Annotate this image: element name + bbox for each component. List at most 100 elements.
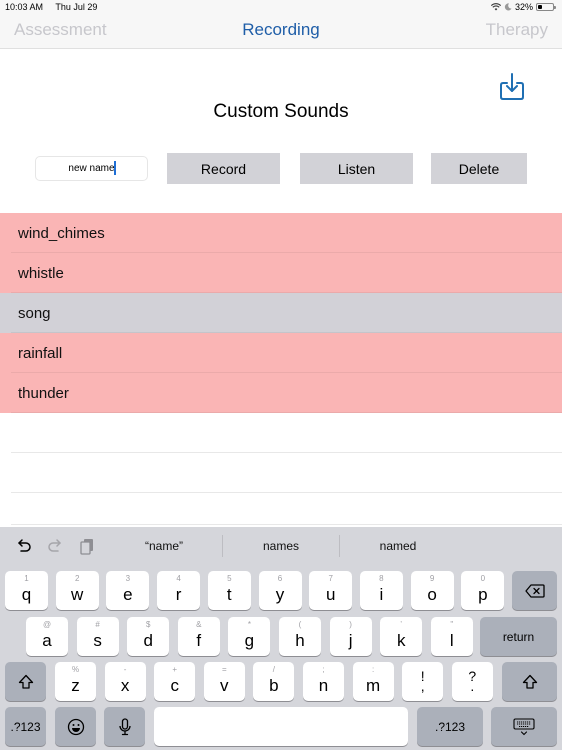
- key-alt-char: ": [450, 620, 454, 629]
- key-e[interactable]: 3e: [106, 571, 150, 610]
- dismiss-keyboard-key[interactable]: [491, 707, 557, 746]
- suggestion-2[interactable]: names: [226, 539, 336, 553]
- key-char: d: [143, 631, 153, 650]
- key-alt-char: ’: [400, 620, 403, 629]
- key-char: ,: [420, 678, 425, 694]
- sound-row[interactable]: wind_chimes: [0, 213, 562, 253]
- key-char: u: [325, 585, 336, 604]
- key-k[interactable]: ’ k: [380, 617, 423, 656]
- key-n[interactable]: ; n: [303, 662, 344, 701]
- return-key-label: return: [502, 629, 535, 644]
- key-c[interactable]: + c: [154, 662, 196, 701]
- numbers-key-label: .?123: [434, 719, 466, 734]
- key-alt-char: (: [298, 620, 302, 629]
- key-char: h: [295, 631, 305, 650]
- key-x[interactable]: -x: [104, 662, 146, 701]
- key-char: r: [175, 585, 182, 604]
- delete-button[interactable]: Delete: [431, 153, 527, 184]
- undo-icon[interactable]: [15, 537, 33, 555]
- tab-recording[interactable]: Recording: [0, 20, 562, 40]
- key-m[interactable]: :m: [352, 662, 394, 701]
- key-p[interactable]: 0p: [461, 571, 505, 610]
- key-o[interactable]: 9o: [410, 571, 454, 610]
- microphone-icon: [118, 717, 131, 735]
- key-s[interactable]: # s: [76, 617, 119, 656]
- sound-name: rainfall: [18, 344, 63, 362]
- sound-row[interactable]: song: [0, 293, 562, 333]
- suggestion-1[interactable]: “name”: [109, 539, 219, 553]
- key-z[interactable]: % z: [55, 662, 96, 701]
- nav-bar: Assessment Recording Therapy: [0, 14, 562, 49]
- keyboard-dismiss-icon: [513, 717, 535, 735]
- key-r[interactable]: 4r: [157, 571, 201, 610]
- suggestion-divider: [222, 535, 223, 557]
- key-j[interactable]: ) j: [329, 617, 372, 656]
- key-char: a: [42, 631, 52, 650]
- key-v[interactable]: = v: [203, 662, 245, 701]
- download-tray-icon: [500, 73, 524, 100]
- key-g[interactable]: * g: [228, 617, 271, 656]
- numbers-key-label: .?123: [10, 719, 41, 734]
- empty-row: [0, 453, 562, 493]
- suggestion-divider: [339, 535, 340, 557]
- key-l[interactable]: " l: [430, 617, 473, 656]
- key-d[interactable]: $ d: [127, 617, 170, 656]
- sound-row[interactable]: thunder: [0, 373, 562, 413]
- key-i[interactable]: 8i: [359, 571, 403, 610]
- key-char: b: [269, 676, 279, 695]
- sound-name-input[interactable]: [35, 156, 148, 181]
- key-alt-char: -: [123, 665, 127, 674]
- tab-therapy[interactable]: Therapy: [486, 20, 548, 40]
- key-alt-char: 2: [74, 574, 80, 583]
- numbers-key-left[interactable]: .?123: [5, 707, 46, 746]
- key-y[interactable]: 6y: [258, 571, 302, 610]
- status-date: Thu Jul 29: [55, 2, 98, 12]
- key-h[interactable]: (h: [279, 617, 321, 656]
- sound-row[interactable]: whistle: [0, 253, 562, 293]
- page-title: Custom Sounds: [213, 101, 349, 122]
- return-key[interactable]: return: [480, 617, 557, 656]
- key-alt-char: 3: [125, 574, 131, 583]
- shift-key-left[interactable]: [5, 662, 46, 701]
- key-f[interactable]: & f: [177, 617, 220, 656]
- key-char: i: [379, 585, 384, 604]
- key-alt-char: 0: [480, 574, 486, 583]
- key-comma[interactable]: !,: [402, 662, 444, 701]
- key-char: m: [366, 676, 381, 695]
- suggestion-bar: “name” names named: [0, 527, 562, 565]
- key-q[interactable]: 1q: [5, 571, 48, 610]
- key-char: c: [170, 676, 179, 695]
- shift-key-right[interactable]: [502, 662, 557, 701]
- numbers-key-right[interactable]: .?123: [417, 707, 483, 746]
- backspace-icon: [524, 583, 545, 598]
- record-button[interactable]: Record: [167, 153, 280, 184]
- key-char: z: [71, 676, 80, 695]
- emoji-key[interactable]: [55, 707, 96, 746]
- key-char: k: [396, 631, 406, 650]
- key-u[interactable]: 7u: [309, 571, 353, 610]
- redo-icon[interactable]: [46, 537, 64, 555]
- backspace-key[interactable]: [512, 571, 557, 610]
- key-b[interactable]: / b: [253, 662, 295, 701]
- download-button[interactable]: [499, 72, 525, 102]
- key-a[interactable]: @ a: [26, 617, 68, 656]
- shift-icon: [522, 674, 537, 689]
- sound-list: wind_chimes whistle song rainfall thunde…: [0, 213, 562, 525]
- key-char: f: [196, 631, 202, 650]
- space-key[interactable]: [154, 707, 408, 746]
- key-t[interactable]: 5t: [207, 571, 251, 610]
- status-time: 10:03 AM: [5, 2, 44, 12]
- status-bar: 10:03 AM Thu Jul 29 32%: [0, 0, 562, 14]
- onscreen-keyboard: “name” names named 1 q 2 w 3 e 4 r 5 t 6 y 7 u 8 i 9 o 0 p @…: [0, 527, 562, 750]
- dictation-key[interactable]: [104, 707, 145, 746]
- listen-button[interactable]: Listen: [300, 153, 413, 184]
- key-period[interactable]: ?.: [451, 662, 493, 701]
- sound-row[interactable]: rainfall: [0, 333, 562, 373]
- sound-name: wind_chimes: [18, 224, 105, 242]
- wifi-icon: [490, 3, 501, 11]
- paste-icon[interactable]: [78, 537, 96, 555]
- emoji-icon: [67, 718, 84, 735]
- key-w[interactable]: 2w: [55, 571, 99, 610]
- suggestion-3[interactable]: named: [343, 539, 453, 553]
- key-char: l: [449, 631, 454, 650]
